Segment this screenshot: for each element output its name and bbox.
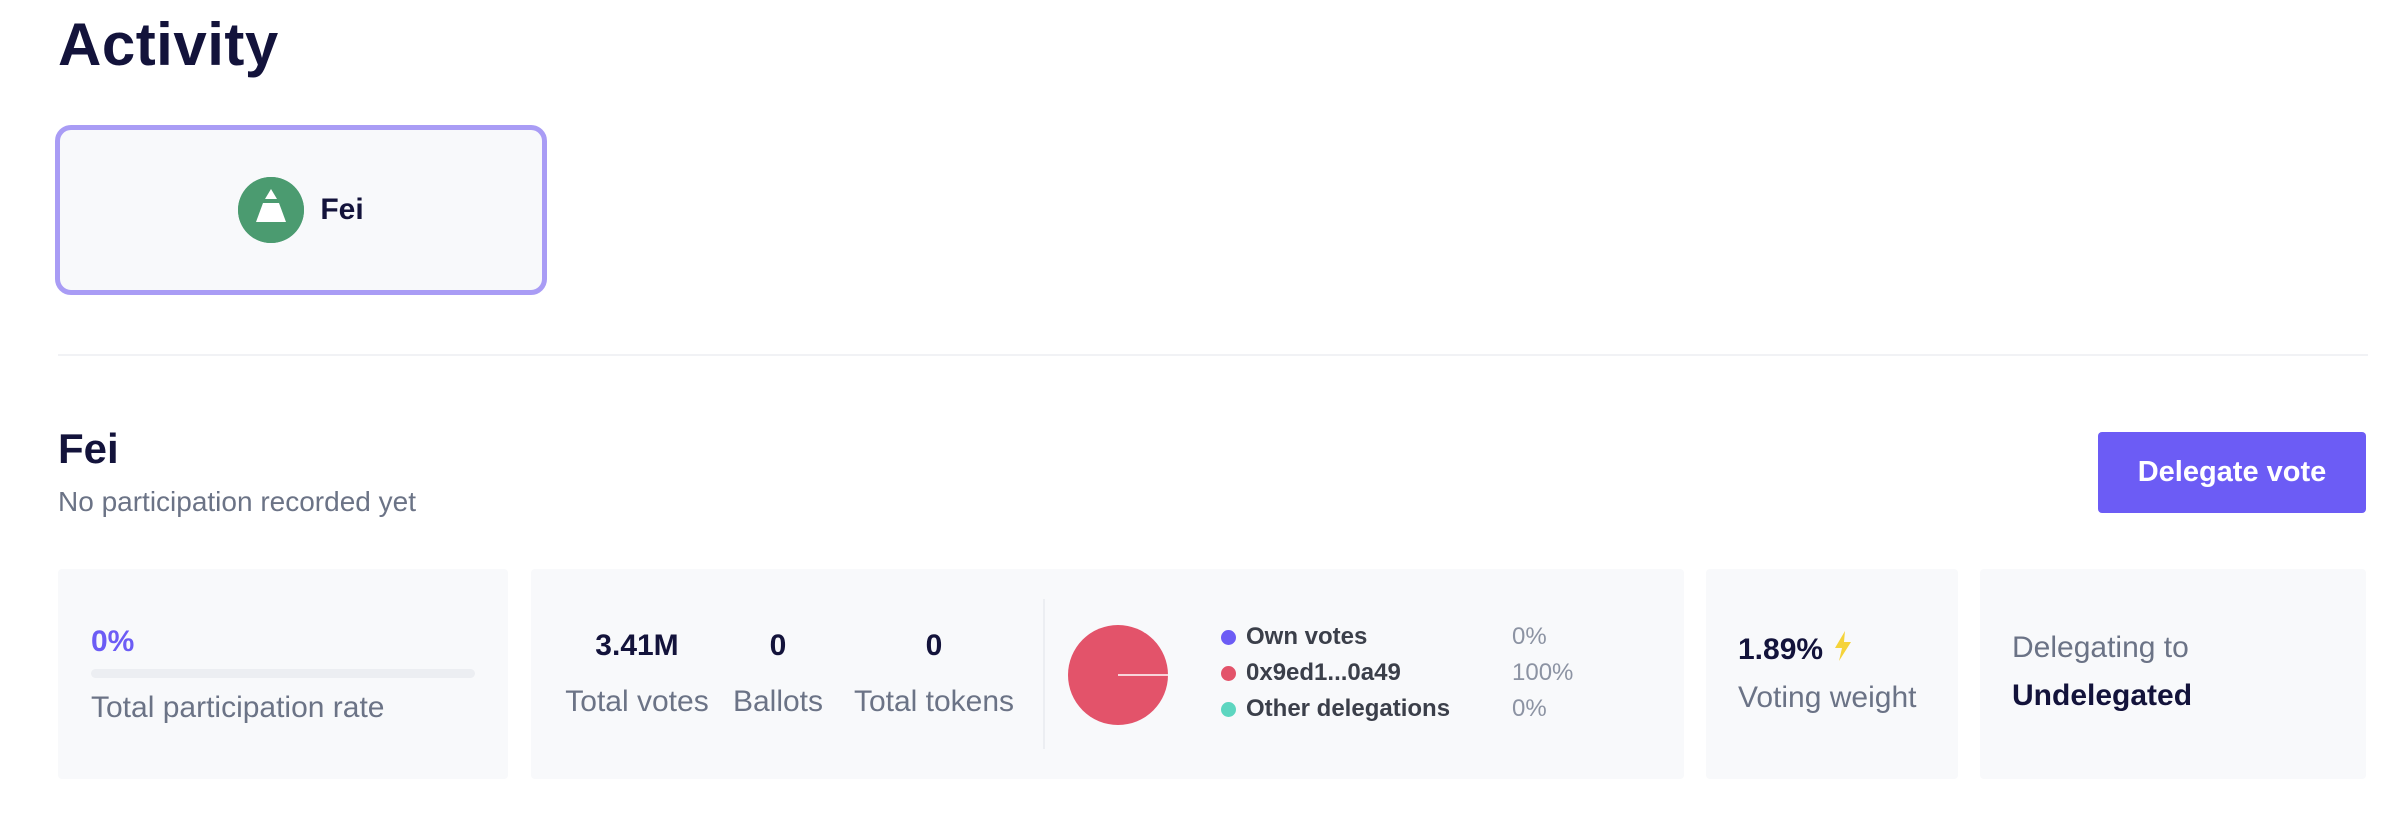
stat-total-tokens: 0 Total tokens xyxy=(849,629,1019,719)
dao-card-fei[interactable]: Fei xyxy=(55,125,547,295)
legend-label: Own votes xyxy=(1246,623,1368,650)
dao-card-name: Fei xyxy=(320,193,364,226)
voting-weight-value: 1.89% xyxy=(1738,633,1824,666)
legend-dot xyxy=(1221,701,1236,717)
legend-label: 0x9ed1...0a49 xyxy=(1246,659,1401,686)
page-title: Activity xyxy=(58,11,279,78)
voting-weight-label: Voting weight xyxy=(1738,681,1917,714)
legend-item-other-delegations: Other delegations 0% xyxy=(1221,691,1573,727)
delegating-to-value: Undelegated xyxy=(2012,679,2193,712)
distribution-legend: Own votes 0% 0x9ed1...0a49 100% Other de… xyxy=(1221,619,1573,727)
votes-stats-panel: 3.41M Total votes 0 Ballots 0 Total toke… xyxy=(531,569,1684,779)
legend-label: Other delegations xyxy=(1246,695,1451,722)
section-divider xyxy=(58,354,2368,356)
legend-percent: 100% xyxy=(1512,659,1574,686)
stat-total-votes: 3.41M Total votes xyxy=(562,629,712,719)
voting-weight-value-row: 1.89% xyxy=(1738,631,1853,669)
legend-percent: 0% xyxy=(1512,695,1547,722)
stat-label: Total votes xyxy=(565,685,709,718)
legend-dot xyxy=(1221,665,1236,681)
legend-item-own-votes: Own votes 0% xyxy=(1221,619,1573,655)
stat-value: 0 xyxy=(769,629,787,662)
lightning-icon xyxy=(1833,631,1853,669)
stat-label: Ballots xyxy=(732,685,824,718)
stat-ballots: 0 Ballots xyxy=(728,629,828,719)
vote-distribution-pie xyxy=(1068,625,1168,725)
legend-percent: 0% xyxy=(1512,623,1547,650)
stat-label: Total tokens xyxy=(853,685,1015,718)
stats-divider xyxy=(1043,599,1045,749)
delegate-vote-button[interactable]: Delegate vote xyxy=(2098,432,2366,513)
participation-progress-bar xyxy=(91,669,475,678)
delegating-panel: Delegating to Undelegated xyxy=(1980,569,2366,779)
legend-item-delegate: 0x9ed1...0a49 100% xyxy=(1221,655,1573,691)
participation-rate-label: Total participation rate xyxy=(91,691,385,724)
legend-dot xyxy=(1221,629,1236,645)
voting-weight-panel: 1.89% Voting weight xyxy=(1706,569,1958,779)
stat-value: 3.41M xyxy=(595,629,679,662)
dao-section-title: Fei xyxy=(58,425,119,472)
participation-panel: 0% Total participation rate xyxy=(58,569,508,779)
participation-rate-value: 0% xyxy=(91,625,135,658)
stat-value: 0 xyxy=(925,629,943,662)
fei-logo-icon xyxy=(238,177,305,243)
delegating-to-label: Delegating to xyxy=(2012,631,2189,664)
participation-status: No participation recorded yet xyxy=(58,486,416,517)
